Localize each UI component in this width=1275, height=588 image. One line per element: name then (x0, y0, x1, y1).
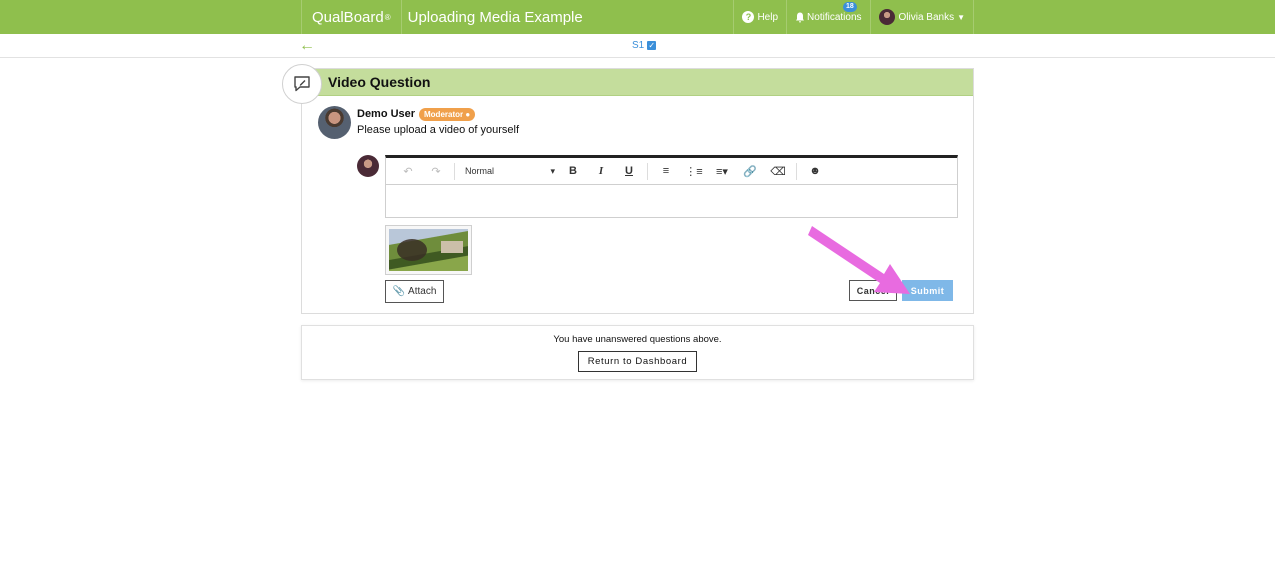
top-navbar: QualBoard ® Uploading Media Example ? Hel… (0, 0, 1275, 34)
moderator-avatar (318, 106, 351, 139)
paperclip-icon: 📎 (392, 286, 406, 297)
attach-button[interactable]: 📎 Attach (385, 280, 444, 303)
bell-icon (796, 12, 805, 22)
help-link[interactable]: ? Help (733, 0, 786, 34)
moderator-badge-label: Moderator (424, 110, 464, 119)
toolbar-divider (454, 162, 455, 180)
checkbox-icon: ✓ (647, 41, 657, 50)
align-icon[interactable]: ≡▾ (708, 165, 736, 178)
bullet-list-icon[interactable]: ⋮≡ (680, 165, 708, 178)
notifications-label: Notifications (807, 11, 862, 23)
sub-navbar: ← S1 ✓ (0, 34, 1275, 58)
user-name: Olivia Banks (898, 11, 955, 23)
editor-toolbar: ↶ ↷ Normal ▾ B I U ≡ ⋮≡ ≡▾ 🔗 ⌫ ☻ (386, 158, 957, 185)
help-icon: ? (742, 11, 755, 23)
toolbar-divider (647, 162, 648, 180)
microphone-icon: ● (465, 110, 471, 119)
format-select[interactable]: Normal ▾ (459, 166, 559, 177)
link-icon[interactable]: 🔗 (736, 165, 764, 178)
unanswered-notice-card: You have unanswered questions above. Ret… (301, 325, 974, 380)
reply-user-avatar (357, 155, 379, 177)
brand-logo[interactable]: QualBoard ® (301, 0, 402, 34)
attach-label: Attach (408, 286, 437, 297)
format-select-value: Normal (465, 165, 495, 176)
toolbar-divider (796, 162, 797, 180)
emoji-icon[interactable]: ☻ (801, 165, 829, 177)
chevron-down-icon: ▼ (957, 12, 965, 22)
chat-edit-icon (294, 76, 310, 92)
bold-button[interactable]: B (559, 165, 587, 177)
user-menu[interactable]: Olivia Banks ▼ (869, 0, 974, 34)
section-label: S1 (632, 40, 645, 51)
unanswered-message: You have unanswered questions above. (553, 334, 722, 345)
caret-down-icon: ▾ (550, 165, 555, 176)
help-label: Help (757, 11, 779, 23)
question-title: Video Question (302, 69, 973, 96)
registered-mark: ® (384, 12, 391, 22)
rich-text-editor: ↶ ↷ Normal ▾ B I U ≡ ⋮≡ ≡▾ 🔗 ⌫ ☻ (385, 155, 958, 218)
video-question-icon (282, 64, 322, 104)
section-indicator[interactable]: S1 ✓ (632, 40, 657, 51)
user-avatar (878, 9, 895, 25)
underline-button[interactable]: U (615, 165, 643, 177)
question-text: Please upload a video of yourself (357, 124, 520, 136)
notifications-link[interactable]: Notifications 18 (786, 0, 869, 34)
moderator-badge: Moderator ● (419, 108, 476, 121)
clear-format-icon[interactable]: ⌫ (764, 165, 792, 178)
return-to-dashboard-button[interactable]: Return to Dashboard (578, 351, 697, 372)
brand-name: QualBoard (312, 8, 384, 26)
study-title: Uploading Media Example (407, 8, 583, 26)
redo-icon[interactable]: ↷ (422, 165, 450, 178)
undo-icon[interactable]: ↶ (394, 165, 422, 178)
italic-button[interactable]: I (587, 165, 615, 177)
notifications-count-badge: 18 (843, 2, 857, 12)
annotation-arrow-icon (808, 226, 910, 294)
attached-video-thumbnail[interactable] (385, 225, 472, 275)
ordered-list-icon[interactable]: ≡ (652, 165, 680, 177)
thumbnail-image (389, 229, 468, 271)
editor-input[interactable] (386, 185, 957, 218)
author-name: Demo User (357, 108, 416, 120)
back-arrow-icon[interactable]: ← (299, 37, 315, 55)
